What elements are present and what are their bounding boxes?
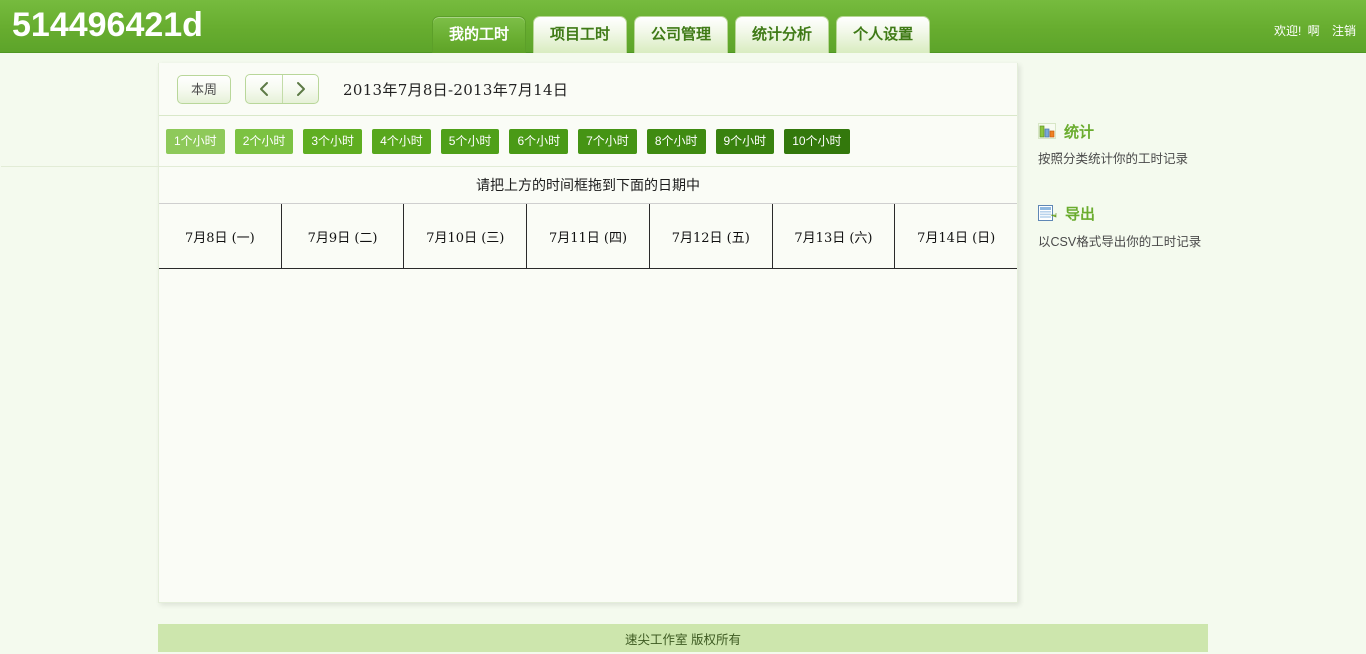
sidebar-block-statistics: 统计 按照分类统计你的工时记录 [1038, 123, 1338, 167]
date-range-label: 2013年7月8日-2013年7月14日 [343, 80, 569, 99]
day-column-wed[interactable]: 7月10日 (三) [404, 204, 528, 268]
day-column-mon[interactable]: 7月8日 (一) [159, 204, 282, 268]
chevron-right-icon [294, 80, 308, 98]
hour-chip-palette: 1个小时 2个小时 3个小时 4个小时 5个小时 6个小时 7个小时 8个小时 … [1, 116, 1017, 167]
tab-personal-settings[interactable]: 个人设置 [836, 16, 931, 53]
copyright-text: 速尖工作室 版权所有 [625, 632, 741, 647]
sidebar-export-header[interactable]: 导出 [1038, 205, 1338, 225]
user-name: 啊 [1307, 24, 1320, 38]
tab-company-management[interactable]: 公司管理 [634, 16, 729, 53]
tab-project-timesheet[interactable]: 项目工时 [533, 16, 628, 53]
tab-statistics-analysis[interactable]: 统计分析 [735, 16, 830, 53]
hour-chip-3[interactable]: 3个小时 [303, 128, 363, 154]
day-column-fri[interactable]: 7月12日 (五) [650, 204, 773, 268]
week-toolbar: 本周 2013年7月8日-2013年7月14日 [159, 63, 1017, 116]
user-area: 欢迎! 啊 注销 [1274, 22, 1356, 39]
next-week-button[interactable] [282, 75, 318, 103]
export-csv-icon [1038, 205, 1057, 225]
timesheet-drop-area[interactable] [159, 269, 1017, 552]
right-sidebar: 统计 按照分类统计你的工时记录 导出 以CSV格式导出你的工时记录 [1038, 123, 1338, 288]
sidebar-statistics-title: 统计 [1064, 123, 1095, 141]
sidebar-statistics-desc: 按照分类统计你的工时记录 [1038, 152, 1189, 166]
week-navigation-group [245, 74, 320, 104]
sidebar-block-export: 导出 以CSV格式导出你的工时记录 [1038, 205, 1338, 250]
drag-hint-text: 请把上方的时间框拖到下面的日期中 [159, 167, 1017, 204]
chevron-left-icon [257, 80, 271, 98]
sidebar-export-desc: 以CSV格式导出你的工时记录 [1038, 235, 1202, 249]
hour-chip-5[interactable]: 5个小时 [440, 128, 500, 154]
hour-chip-10[interactable]: 10个小时 [784, 128, 850, 154]
main-navigation: 我的工时 项目工时 公司管理 统计分析 个人设置 [432, 16, 931, 53]
day-column-thu[interactable]: 7月11日 (四) [527, 204, 650, 268]
hour-chip-9[interactable]: 9个小时 [715, 128, 775, 154]
hour-chip-8[interactable]: 8个小时 [646, 128, 706, 154]
timesheet-panel: 本周 2013年7月8日-2013年7月14日 1个小时 2个小时 3个小时 4… [1, 63, 1018, 603]
sidebar-export-title: 导出 [1065, 206, 1096, 223]
this-week-button[interactable]: 本周 [177, 74, 232, 104]
brand-title: 514496421d [12, 6, 203, 44]
tab-my-timesheet[interactable]: 我的工时 [432, 16, 527, 53]
hour-chip-1[interactable]: 1个小时 [166, 128, 225, 154]
hour-chip-6[interactable]: 6个小时 [509, 128, 569, 154]
hour-chip-2[interactable]: 2个小时 [234, 128, 294, 154]
hour-chip-7[interactable]: 7个小时 [578, 128, 637, 154]
logout-link[interactable]: 注销 [1332, 24, 1356, 38]
day-column-sat[interactable]: 7月13日 (六) [773, 204, 896, 268]
day-column-sun[interactable]: 7月14日 (日) [895, 204, 1017, 268]
app-header: 514496421d 我的工时 项目工时 公司管理 统计分析 个人设置 欢迎! … [0, 0, 1366, 53]
welcome-label: 欢迎! [1273, 24, 1302, 38]
page-body: 本周 2013年7月8日-2013年7月14日 1个小时 2个小时 3个小时 4… [0, 53, 1366, 654]
prev-week-button[interactable] [246, 75, 282, 103]
bar-chart-icon [1038, 123, 1056, 142]
week-day-header-row: 7月8日 (一) 7月9日 (二) 7月10日 (三) 7月11日 (四) 7月… [159, 204, 1017, 269]
day-column-tue[interactable]: 7月9日 (二) [282, 204, 405, 268]
hour-chip-4[interactable]: 4个小时 [372, 128, 431, 154]
sidebar-statistics-header[interactable]: 统计 [1038, 123, 1338, 142]
page-footer: 速尖工作室 版权所有 [158, 624, 1208, 652]
